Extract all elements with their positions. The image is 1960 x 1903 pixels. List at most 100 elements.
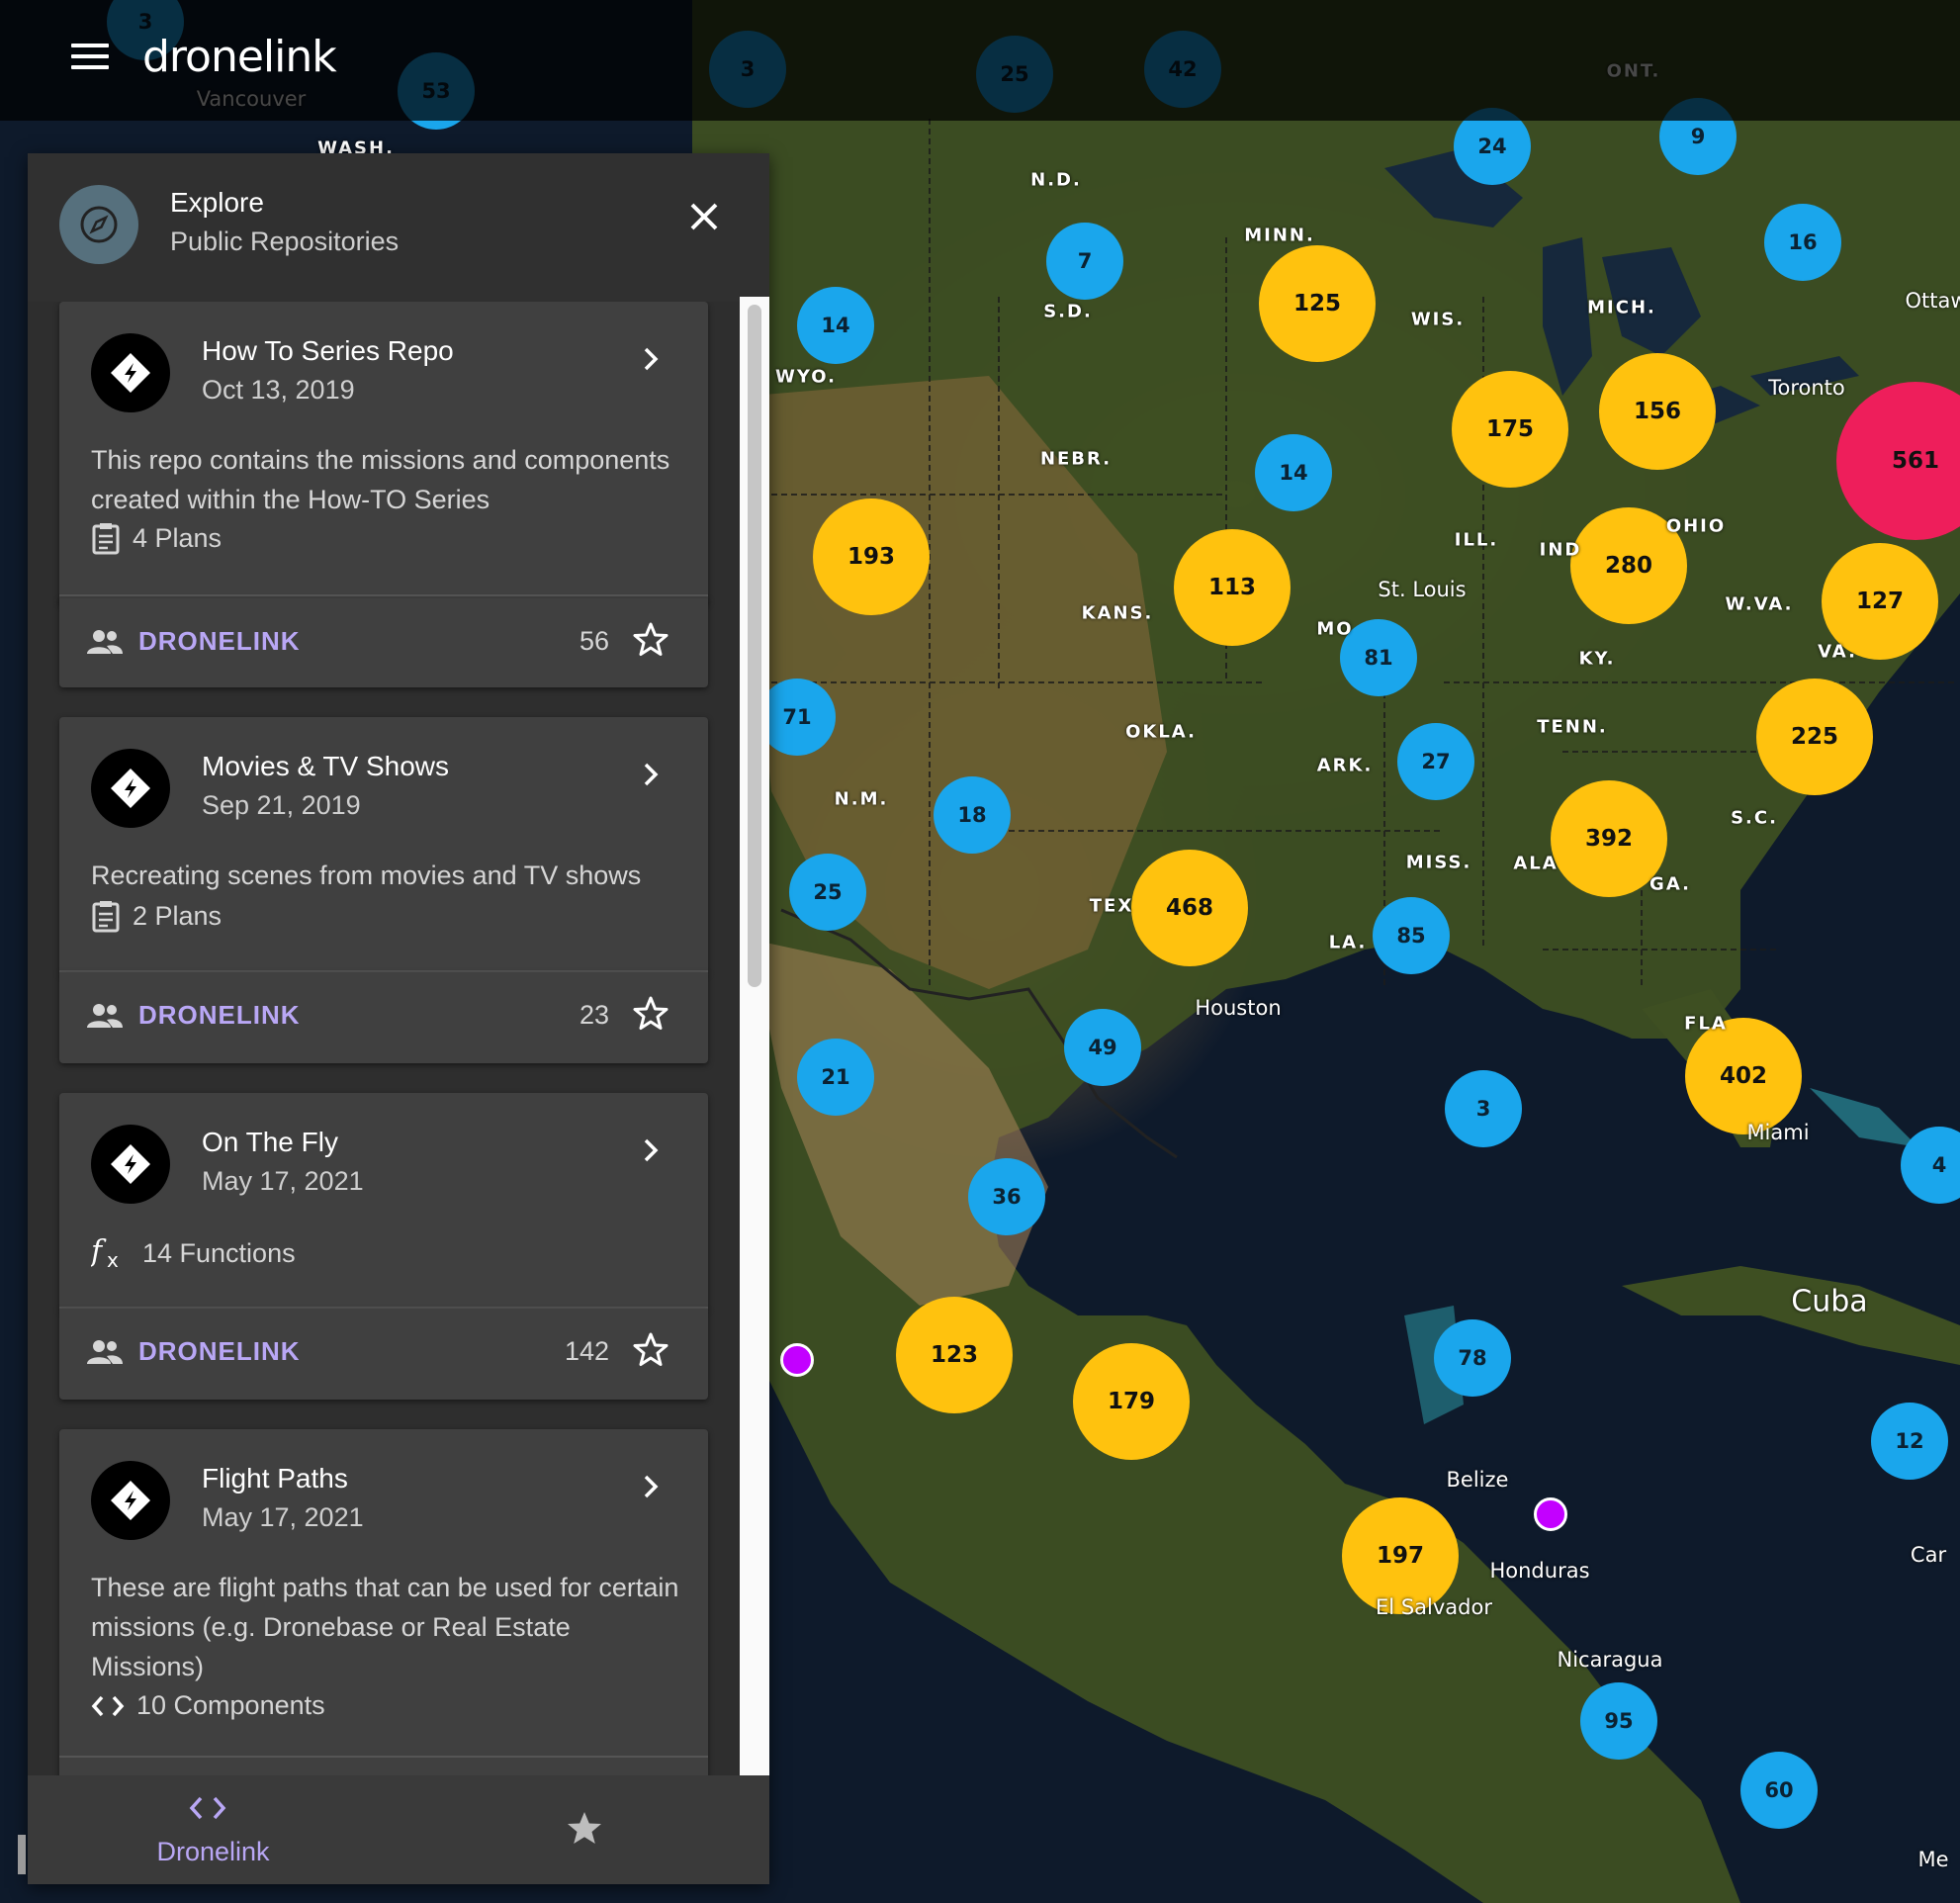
map-cluster-marker[interactable]: 85 — [1373, 897, 1450, 974]
map-place-label: MINN. — [1244, 225, 1315, 246]
map-place-label: TENN. — [1537, 716, 1608, 738]
menu-icon[interactable] — [71, 44, 109, 71]
top-bar: dronelink — [0, 0, 1960, 121]
map-cluster-marker[interactable]: 27 — [1397, 723, 1474, 800]
map-cluster-marker[interactable]: 71 — [758, 679, 836, 756]
panel-header: Explore Public Repositories — [28, 153, 769, 302]
repository-card-footer: DRONELINK 56 — [59, 598, 708, 687]
map-place-label: W.VA. — [1725, 593, 1794, 615]
repository-owner[interactable]: DRONELINK — [87, 626, 301, 657]
repository-list[interactable]: How To Series Repo Oct 13, 2019 This rep… — [28, 302, 742, 1775]
map-cluster-marker[interactable]: 12 — [1871, 1403, 1948, 1480]
map-place-label: TEX — [1089, 895, 1134, 917]
repository-count: 4 Plans — [91, 521, 222, 555]
map-place-label: WYO. — [775, 366, 837, 388]
map-cluster-marker[interactable]: 125 — [1259, 245, 1376, 362]
map-cluster-marker[interactable]: 16 — [1764, 204, 1841, 281]
map-place-label: VA. — [1818, 641, 1857, 663]
map-place-label: OKLA. — [1125, 721, 1197, 743]
map-cluster-marker[interactable]: 95 — [1580, 1682, 1657, 1760]
explore-panel: Explore Public Repositories How To Serie… — [28, 153, 769, 1884]
map-place-label: Me — [1917, 1848, 1949, 1871]
map-place-label: Ottaw — [1905, 289, 1960, 313]
clipboard-icon — [92, 901, 120, 933]
card-divider — [59, 1756, 708, 1758]
map-cluster-marker[interactable]: 21 — [797, 1039, 874, 1116]
chevron-right-icon[interactable] — [633, 341, 668, 377]
map-cluster-marker[interactable]: 78 — [1434, 1319, 1511, 1397]
map-cluster-marker[interactable]: 49 — [1064, 1009, 1141, 1086]
map-place-label: Toronto — [1768, 376, 1845, 400]
map-place-label: GA. — [1649, 873, 1691, 895]
map-place-label: El Salvador — [1376, 1595, 1492, 1619]
svg-text:f: f — [91, 1235, 107, 1269]
map-place-label: NEBR. — [1039, 448, 1113, 470]
map-cluster-marker[interactable]: 25 — [789, 854, 866, 931]
star-count: 23 — [579, 1000, 609, 1030]
map-cluster-marker[interactable]: 36 — [968, 1158, 1045, 1235]
chevron-right-icon[interactable] — [633, 1133, 668, 1168]
map-cluster-marker[interactable]: 225 — [1756, 679, 1873, 795]
chevron-right-icon[interactable] — [633, 1469, 668, 1504]
repository-owner[interactable]: DRONELINK — [87, 1000, 301, 1031]
star-outline-icon[interactable] — [631, 994, 670, 1034]
map-cluster-marker[interactable]: 193 — [813, 498, 930, 615]
repository-owner-label: DRONELINK — [138, 1000, 301, 1030]
map-cluster-marker[interactable]: 113 — [1174, 529, 1291, 646]
map-cluster-marker[interactable]: 18 — [934, 776, 1011, 854]
map-place-label: Honduras — [1489, 1559, 1590, 1583]
map-place-label: ALA — [1513, 853, 1559, 874]
repository-description: This repo contains the missions and comp… — [91, 445, 670, 514]
group-icon — [87, 629, 123, 654]
chevron-right-icon[interactable] — [633, 757, 668, 792]
repository-count-label: 4 Plans — [133, 522, 223, 553]
map-place-label: S.D. — [1043, 301, 1093, 322]
repository-card[interactable]: Flight Paths May 17, 2021 These are flig… — [59, 1429, 708, 1775]
map-cluster-marker[interactable]: 60 — [1740, 1752, 1818, 1829]
star-outline-icon[interactable] — [631, 620, 670, 660]
map-cluster-marker[interactable]: 468 — [1131, 850, 1248, 966]
repository-card[interactable]: Movies & TV Shows Sep 21, 2019 Recreatin… — [59, 717, 708, 974]
star-outline-icon[interactable] — [631, 1330, 670, 1370]
scrollbar-thumb[interactable] — [748, 305, 761, 987]
repository-card-footer: DRONELINK 23 — [59, 972, 708, 1063]
map-pin[interactable] — [1534, 1497, 1567, 1531]
repository-count-label: 14 Functions — [142, 1237, 296, 1268]
repository-count-label: 2 Plans — [133, 900, 223, 931]
repository-title: On The Fly — [202, 1127, 338, 1157]
close-icon[interactable] — [684, 197, 724, 236]
map-place-label: N.D. — [1030, 169, 1082, 191]
map-place-label: S.C. — [1731, 807, 1778, 829]
map-cluster-marker[interactable]: 123 — [896, 1297, 1013, 1413]
map-cluster-marker[interactable]: 7 — [1046, 223, 1123, 300]
map-cluster-marker[interactable]: 3 — [1445, 1070, 1522, 1147]
repository-description: Recreating scenes from movies and TV sho… — [91, 861, 642, 890]
map-cluster-marker[interactable]: 14 — [1255, 434, 1332, 511]
dronelink-logo-icon — [91, 1125, 170, 1204]
repository-card[interactable]: How To Series Repo Oct 13, 2019 This rep… — [59, 302, 708, 604]
map-place-label: N.M. — [834, 788, 889, 810]
map-cluster-marker[interactable]: 14 — [797, 287, 874, 364]
map-place-label: Houston — [1195, 996, 1282, 1020]
repository-card[interactable]: On The Fly May 17, 2021 fx 14 Functions — [59, 1093, 708, 1311]
map-place-label: KANS. — [1081, 602, 1154, 624]
map-cluster-marker[interactable]: 179 — [1073, 1343, 1190, 1460]
tab-dronelink[interactable]: Dronelink — [28, 1775, 399, 1884]
repository-owner-label: DRONELINK — [138, 626, 301, 656]
map-cluster-marker[interactable]: 156 — [1599, 353, 1716, 470]
repository-title: Flight Paths — [202, 1463, 348, 1494]
map-cluster-marker[interactable]: 175 — [1452, 371, 1568, 488]
repository-count: 2 Plans — [91, 899, 222, 933]
map-place-label: IND — [1539, 539, 1582, 561]
star-count: 56 — [579, 626, 609, 656]
repository-owner[interactable]: DRONELINK — [87, 1336, 301, 1367]
map-place-label: MISS. — [1405, 852, 1472, 873]
repository-description: These are flight paths that can be used … — [91, 1573, 679, 1681]
tab-dronelink-label: Dronelink — [156, 1837, 270, 1866]
scrollbar[interactable] — [740, 297, 769, 1775]
map-pin[interactable] — [780, 1343, 814, 1377]
repository-date: Sep 21, 2019 — [202, 790, 361, 820]
map-cluster-marker[interactable]: 402 — [1685, 1018, 1802, 1134]
card-divider — [59, 594, 708, 596]
tab-starred[interactable] — [399, 1775, 769, 1884]
